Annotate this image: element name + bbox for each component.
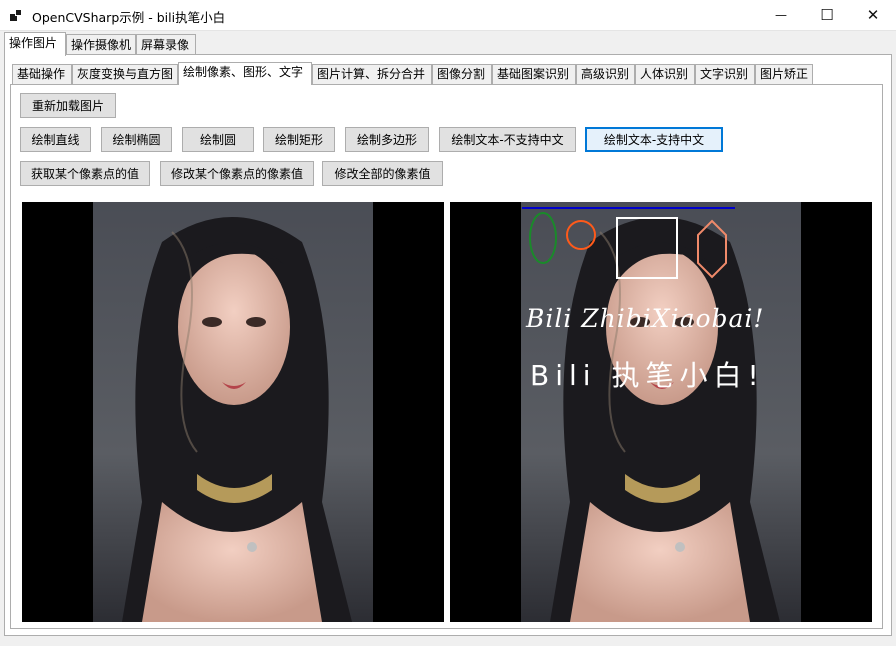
tab-operate-image[interactable]: 操作图片 [4,32,66,56]
subtab-segmentation[interactable]: 图像分割 [432,64,492,85]
close-button[interactable]: ✕ [850,0,896,30]
draw-text-chinese-button[interactable]: 绘制文本-支持中文 [585,127,723,152]
draw-rect-button[interactable]: 绘制矩形 [263,127,335,152]
minimize-button[interactable]: — [758,0,804,30]
minimize-icon: — [775,8,787,22]
title-bar[interactable]: OpenCVSharp示例 - bili执笔小白 — ☐ ✕ [0,0,896,31]
result-image [521,202,801,622]
draw-text-no-chinese-button[interactable]: 绘制文本-不支持中文 [439,127,576,152]
subtab-text-recognition[interactable]: 文字识别 [695,64,755,85]
draw-circle-button[interactable]: 绘制圆 [182,127,254,152]
set-all-pixels-button[interactable]: 修改全部的像素值 [322,161,443,186]
draw-polygon-button[interactable]: 绘制多边形 [345,127,429,152]
subtab-draw[interactable]: 绘制像素、图形、文字 [178,62,312,85]
maximize-icon: ☐ [820,6,834,24]
subtab-image-calc[interactable]: 图片计算、拆分合并 [312,64,432,85]
drawn-text-chinese: Bili 执笔小白! [530,359,765,392]
draw-line-button[interactable]: 绘制直线 [20,127,91,152]
status-bar [0,640,896,646]
set-pixel-value-button[interactable]: 修改某个像素点的像素值 [160,161,314,186]
close-icon: ✕ [866,6,880,24]
source-picture-box [22,202,444,622]
portrait-image [93,202,373,622]
subtab-gray-histogram[interactable]: 灰度变换与直方图 [72,64,178,85]
subtab-image-correction[interactable]: 图片矫正 [755,64,813,85]
subtab-body-recognition[interactable]: 人体识别 [635,64,695,85]
app-icon [10,9,22,21]
tab-operate-camera[interactable]: 操作摄像机 [66,34,136,56]
tab-screen-record[interactable]: 屏幕录像 [136,34,196,56]
draw-ellipse-button[interactable]: 绘制椭圆 [101,127,172,152]
reload-image-button[interactable]: 重新加载图片 [20,93,116,118]
subtab-basic[interactable]: 基础操作 [12,64,72,85]
subtab-pattern-recognition[interactable]: 基础图案识别 [492,64,576,85]
maximize-button[interactable]: ☐ [804,0,850,30]
subtab-advanced-recognition[interactable]: 高级识别 [576,64,635,85]
drawn-text-english: Bili ZhibiXiaobai! [526,304,765,333]
get-pixel-value-button[interactable]: 获取某个像素点的值 [20,161,150,186]
window-title: OpenCVSharp示例 - bili执笔小白 [32,10,226,25]
result-picture-box: Bili ZhibiXiaobai! Bili 执笔小白! [450,202,872,622]
